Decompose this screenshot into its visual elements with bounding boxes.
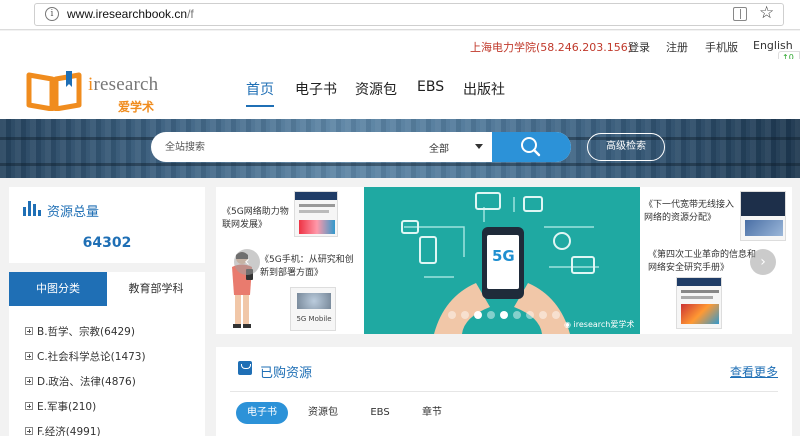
nav-resource-packages[interactable]: 资源包 [355,79,397,99]
book-cover[interactable]: 5G Mobile [290,287,336,331]
search-button[interactable] [492,132,571,162]
carousel-dot[interactable] [500,311,508,319]
featured-carousel: 《5G网络助力物联网发展》 ‹ 《5G手机：从研究和创新到部署方面》 5G Mo… [216,187,792,334]
url-text[interactable]: www.iresearchbook.cn/f [67,7,194,21]
carousel-dot[interactable] [474,311,482,319]
resource-total-title: 资源总量 [47,205,100,220]
logo-wordmark-rest: research [93,74,159,95]
hero-search-banner: 全部 高级检索 [0,119,800,178]
category-label: D.政治、法律(4876) [37,376,136,388]
category-item[interactable]: D.政治、法律(4876) [25,374,136,389]
carousel-dot[interactable] [552,311,560,319]
category-item[interactable]: E.军事(210) [25,399,96,414]
carousel-next-button[interactable]: › [750,249,776,275]
book-cover[interactable] [740,191,786,241]
carousel-dot[interactable] [539,311,547,319]
expand-plus-icon[interactable] [25,327,33,335]
watermark-text: iresearch爱学术 [573,320,635,329]
category-card: 中图分类 教育部学科 B.哲学、宗教(6429) C.社会科学总论(1473) … [9,272,205,436]
shelf-line [0,163,800,166]
carousel-book-title[interactable]: 《5G网络助力物联网发展》 [222,206,296,232]
nav-active-underline [246,105,274,107]
expand-plus-icon[interactable] [25,377,33,385]
resource-total-count: 64302 [82,235,132,251]
purchased-tab-ebooks[interactable]: 电子书 [236,402,288,424]
bar-chart-icon [23,200,41,216]
carousel-dot[interactable] [487,311,495,319]
nav-ebooks[interactable]: 电子书 [295,79,337,99]
carousel-prev-button[interactable]: ‹ [234,249,260,275]
nav-publishers[interactable]: 出版社 [463,79,505,99]
search-input[interactable] [165,139,395,155]
login-link[interactable]: 登录 [628,39,650,55]
expand-plus-icon[interactable] [25,402,33,410]
nav-home[interactable]: 首页 [246,79,274,99]
logo-wordmark: iresearch [88,74,158,96]
register-link[interactable]: 注册 [666,39,688,55]
category-item[interactable]: F.经济(4991) [25,424,101,436]
top-links-bar: 上海电力学院(58.246.203.156) 登录 注册 手机版 English [0,31,800,59]
bookmark-star-icon[interactable]: ☆ [759,3,774,23]
divider [230,391,778,392]
category-label: E.军事(210) [37,401,97,413]
reader-mode-icon[interactable] [733,7,747,21]
tab-clc-classification[interactable]: 中图分类 [9,272,107,306]
mobile-version-link[interactable]: 手机版 [705,39,738,55]
carousel-book-title[interactable]: 《第四次工业革命的信息和网络安全研究手册》 [648,249,760,275]
search-icon [521,137,541,157]
wechat-icon: ◉ [564,320,574,329]
resource-total-card: 资源总量 64302 [9,187,205,263]
book-cover[interactable] [676,277,722,329]
carousel-book-title[interactable]: 《5G手机：从研究和创新到部署方面》 [260,254,360,280]
purchased-tab-chapters[interactable]: 章节 [414,402,450,424]
purchased-tab-ebs[interactable]: EBS [362,402,398,424]
carousel-dot[interactable] [526,311,534,319]
carousel-dot[interactable] [513,311,521,319]
cover-title: 5G Mobile [296,315,332,323]
category-label: B.哲学、宗教(6429) [37,326,135,338]
logo-chinese: 爱学术 [118,100,155,114]
chevron-down-icon[interactable] [475,144,483,149]
expand-plus-icon[interactable] [25,427,33,435]
shopping-bag-icon [238,361,252,375]
expand-plus-icon[interactable] [25,352,33,360]
site-header: iresearch 爱学术 首页 电子书 资源包 EBS 出版社 [0,59,800,119]
carousel-book-title[interactable]: 《下一代宽带无线接入网络的资源分配》 [644,199,740,225]
open-book-logo-icon [26,71,82,111]
carousel-dot[interactable] [461,311,469,319]
5g-label: 5G [492,247,515,265]
browser-address-bar: i www.iresearchbook.cn/f ☆ [0,0,800,30]
url-host: www.iresearchbook.cn [67,7,188,21]
category-label: C.社会科学总论(1473) [37,351,146,363]
info-icon[interactable]: i [45,7,59,21]
url-path: /f [187,7,194,21]
view-more-link[interactable]: 查看更多 [730,363,778,380]
tab-moe-subjects[interactable]: 教育部学科 [107,272,205,306]
site-logo[interactable]: iresearch 爱学术 [26,65,166,115]
purchased-tab-packages[interactable]: 资源包 [300,402,346,424]
book-cover[interactable] [294,191,338,237]
category-item[interactable]: C.社会科学总论(1473) [25,349,146,364]
advanced-search-button[interactable]: 高级检索 [587,133,665,161]
category-label: F.经济(4991) [37,426,101,436]
carousel-watermark: ◉ iresearch爱学术 [564,319,634,330]
purchased-resources-title: 已购资源 [260,366,313,381]
search-box: 全部 [151,132,571,162]
nav-ebs[interactable]: EBS [417,79,444,95]
purchased-resources-section: 已购资源 查看更多 电子书 资源包 EBS 章节 [216,347,792,436]
search-scope-select[interactable]: 全部 [429,140,449,155]
category-item[interactable]: B.哲学、宗教(6429) [25,324,135,339]
url-bar[interactable]: i www.iresearchbook.cn/f ☆ [34,3,784,26]
carousel-dot[interactable] [448,311,456,319]
category-tabs: 中图分类 教育部学科 [9,272,205,306]
institution-name: 上海电力学院(58.246.203.156) [470,41,633,54]
